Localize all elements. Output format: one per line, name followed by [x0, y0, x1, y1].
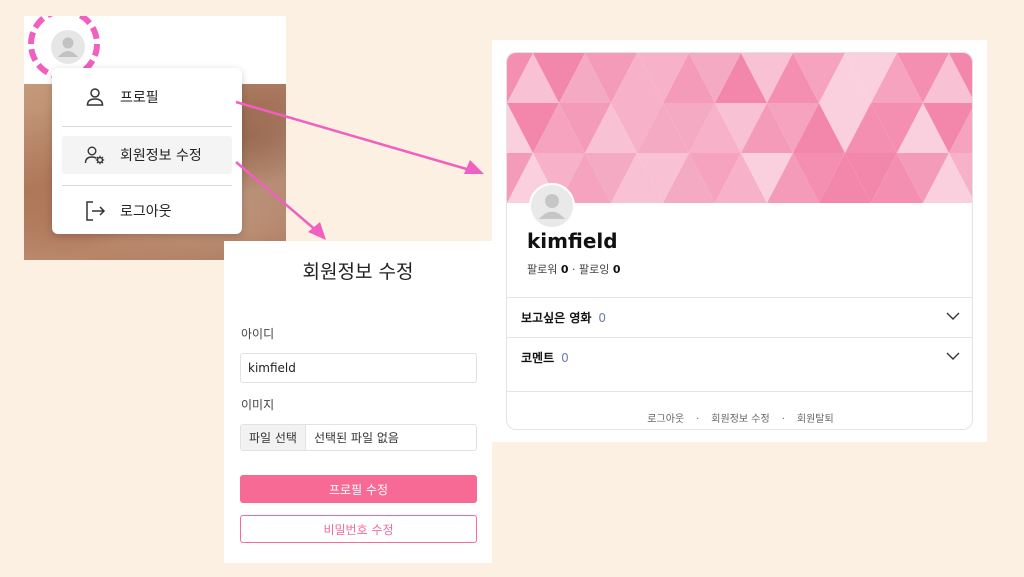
footer-logout-link[interactable]: 로그아웃: [647, 414, 684, 425]
menu-item-label: 로그아웃: [120, 204, 172, 220]
chevron-down-icon: [946, 312, 960, 320]
id-label: 아이디: [241, 327, 275, 341]
menu-item-logout[interactable]: 로그아웃: [62, 192, 232, 230]
section-title: 보고싶은 영화: [521, 311, 592, 325]
profile-avatar: [529, 183, 575, 229]
default-avatar-icon: [58, 37, 78, 57]
form-title: 회원정보 수정: [302, 261, 414, 283]
menu-item-label: 프로필: [120, 90, 159, 106]
section-want-to-watch[interactable]: 보고싶은 영화 0: [507, 297, 972, 337]
choose-file-button[interactable]: 파일 선택: [241, 425, 306, 450]
default-avatar-icon: [539, 194, 565, 219]
avatar-button[interactable]: [51, 30, 85, 64]
file-status-text: 선택된 파일 없음: [313, 431, 399, 445]
image-file-input[interactable]: 파일 선택 선택된 파일 없음: [240, 424, 477, 451]
footer-withdraw-link[interactable]: 회원탈퇴: [797, 414, 834, 425]
image-label: 이미지: [241, 398, 275, 412]
follower-label: 팔로워: [527, 263, 558, 276]
menu-item-profile[interactable]: 프로필: [62, 78, 232, 116]
following-label: 팔로잉: [579, 263, 610, 276]
account-dropdown: 프로필 회원정보 수정 로그아웃: [52, 68, 242, 234]
profile-username: kimfield: [527, 229, 618, 253]
logout-icon: [84, 200, 106, 222]
chevron-down-icon: [946, 352, 960, 360]
section-comments[interactable]: 코멘트 0: [507, 337, 972, 377]
account-menu-panel: 프로필 회원정보 수정 로그아웃: [24, 16, 286, 260]
user-settings-icon: [84, 144, 106, 166]
follow-stats: 팔로워 0 · 팔로잉 0: [527, 263, 621, 276]
id-input[interactable]: [240, 353, 477, 383]
follower-count[interactable]: 0: [561, 263, 569, 276]
menu-item-edit-profile[interactable]: 회원정보 수정: [62, 136, 232, 174]
profile-card: kimfield 팔로워 0 · 팔로잉 0 보고싶은 영화 0 코멘트 0 로…: [506, 52, 973, 430]
section-count: 0: [598, 310, 607, 325]
profile-banner: [507, 53, 972, 203]
menu-divider: [62, 126, 232, 127]
user-icon: [84, 86, 106, 108]
change-password-button[interactable]: 비밀번호 수정: [240, 515, 477, 543]
following-count[interactable]: 0: [613, 263, 621, 276]
save-profile-button[interactable]: 프로필 수정: [240, 475, 477, 503]
arrowhead-icon: [464, 160, 484, 174]
profile-footer-links: 로그아웃 · 회원정보 수정 · 회원탈퇴: [507, 391, 972, 429]
menu-divider: [62, 185, 232, 186]
section-count: 0: [561, 350, 569, 365]
arrowhead-icon: [308, 222, 326, 240]
edit-profile-form: 회원정보 수정 아이디 이미지 파일 선택 선택된 파일 없음 프로필 수정 비…: [224, 241, 492, 563]
footer-edit-link[interactable]: 회원정보 수정: [711, 414, 769, 425]
section-title: 코멘트: [521, 351, 555, 365]
menu-item-label: 회원정보 수정: [120, 148, 202, 164]
profile-page-panel: kimfield 팔로워 0 · 팔로잉 0 보고싶은 영화 0 코멘트 0 로…: [492, 40, 987, 442]
